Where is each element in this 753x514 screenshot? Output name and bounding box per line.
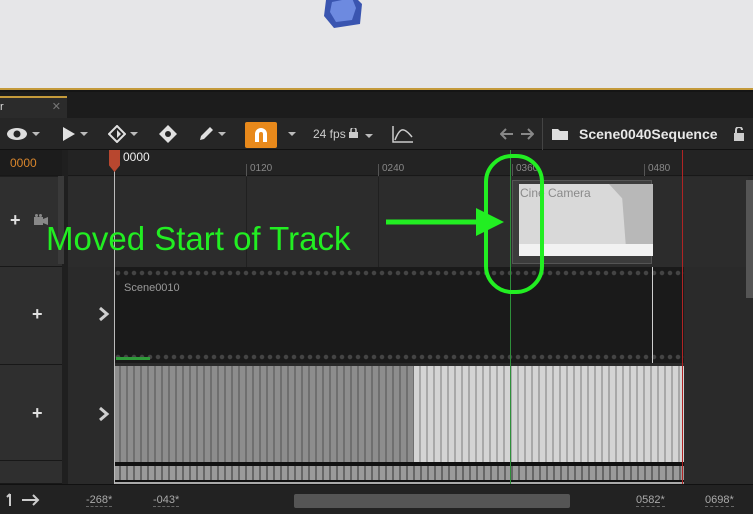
vertical-scrollbar[interactable] [746,180,753,298]
view-start[interactable]: -043* [153,494,180,507]
playback-end[interactable]: 0698* [705,494,734,507]
tick-label: 0360 [516,163,539,174]
film-sprockets [114,270,684,276]
shot-section-2[interactable] [114,366,684,484]
back-button[interactable] [500,122,514,146]
section-progress-mark [116,357,150,360]
tick-label: 0480 [648,163,671,174]
viewport[interactable] [0,0,753,90]
playhead-line[interactable] [114,150,115,484]
sequencer-tab[interactable]: r ✕ [0,96,67,118]
camera-section-label: Cine Camera [520,186,591,200]
annotation-text: Moved Start of Track [46,220,351,257]
playback-start[interactable]: -268* [86,494,113,507]
tick-label: 0240 [382,163,405,174]
playhead-time: 0000 [123,150,150,164]
close-icon[interactable]: ✕ [52,100,61,113]
timeline-area[interactable]: 0120 0240 0360 0480 Cine Camera Scene001… [68,150,753,484]
end-range-line[interactable] [682,150,683,484]
thumbnail-strip-dark [114,366,414,462]
sequence-name[interactable]: Scene0040Sequence [579,126,718,142]
shot-track-header-1[interactable] [0,267,62,365]
plus-icon[interactable]: + [32,403,43,424]
curve-icon [392,126,413,143]
tick-label: 0120 [250,163,273,174]
timeline-scrollbar[interactable] [294,494,570,508]
section-end-line [652,267,653,363]
shot-track-header-3[interactable] [0,461,62,484]
magnet-icon [255,128,267,142]
chevron-right-icon[interactable] [98,306,112,322]
shot-track-header-2[interactable] [0,365,62,461]
tab-strip: r ✕ [0,92,753,118]
toolbar-divider [542,118,543,150]
key-icon [108,125,126,143]
thumbnail-strip-lower [114,466,684,480]
folder-icon [552,129,568,140]
play-options-button[interactable] [62,122,88,146]
transform-button[interactable] [158,122,178,146]
pencil-icon [200,127,213,140]
plus-icon[interactable]: + [10,210,21,231]
transform-icon [159,125,177,143]
view-options-button[interactable] [6,122,40,146]
mesh-object-icon[interactable] [322,0,366,30]
current-frame-display[interactable]: 0000 [10,156,37,170]
shot-label: Scene0010 [124,282,180,294]
fps-label: 24 fps [313,127,346,141]
forward-button[interactable] [520,122,534,146]
snap-toggle[interactable] [245,122,277,148]
start-range-line[interactable] [510,150,511,484]
chevron-right-icon[interactable] [98,406,112,422]
eye-icon [7,128,27,140]
view-end[interactable]: 0582* [636,494,665,507]
plus-icon[interactable]: + [32,304,43,325]
key-options-button[interactable] [108,122,138,146]
curve-editor-button[interactable] [392,122,414,146]
edit-tool-button[interactable] [198,122,226,146]
range-bar: -268* -043* 0582* 0698* [0,484,753,514]
film-sprockets [114,354,684,360]
tab-title: r [0,101,4,113]
range-icon[interactable] [6,493,40,507]
time-ruler[interactable]: 0120 0240 0360 0480 [68,150,753,176]
play-icon [63,127,75,141]
lock-icon [349,126,359,138]
lock-icon [734,127,744,141]
thumbnail-strip-light [414,366,684,462]
forward-arrow-icon [521,128,534,140]
back-arrow-icon [500,128,513,140]
browse-sequence-button[interactable] [551,122,569,146]
lock-button[interactable] [733,122,745,146]
frame-rate-selector[interactable]: 24 fps [313,126,374,141]
snap-options-button[interactable] [284,122,296,146]
shot-section-1[interactable] [114,267,684,363]
